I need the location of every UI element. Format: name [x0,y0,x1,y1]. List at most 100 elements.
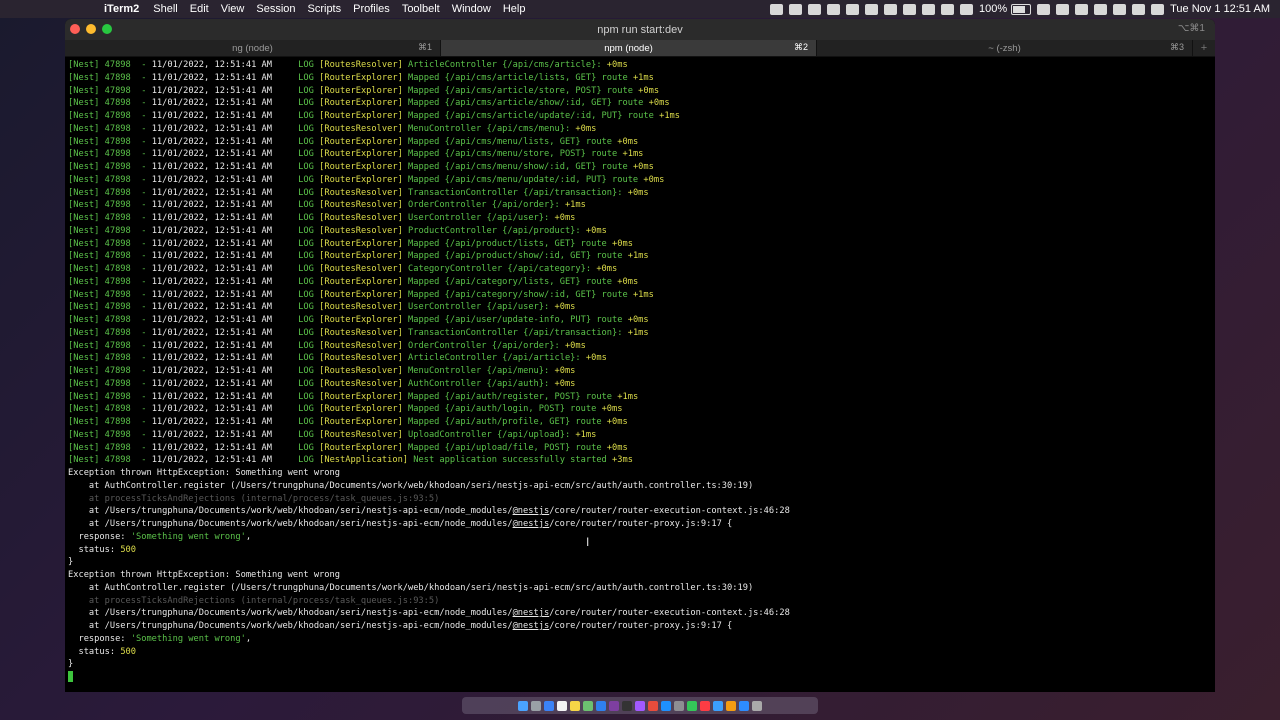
log-level: LOG [298,264,314,274]
log-level: LOG [298,442,314,453]
notes-icon[interactable] [570,700,580,711]
siri-icon[interactable] [1151,3,1165,15]
terminal-line: [Nest] 47898 - 11/01/2022, 12:51:41 AM L… [68,301,1215,314]
menu-app-name[interactable]: iTerm2 [104,3,139,15]
terminal-line: [Nest] 47898 - 11/01/2022, 12:51:41 AM L… [68,352,1215,365]
status-item-icon[interactable] [788,3,802,15]
log-message: Mapped {/api/upload/file, POST} route [408,442,602,453]
response-key: response: [68,531,131,542]
launchpad-icon[interactable] [531,700,541,711]
log-context: [RouterExplorer] [319,98,403,109]
menu-clock[interactable]: Tue Nov 1 12:51 AM [1170,3,1270,15]
status-item-icon[interactable] [864,3,878,15]
zoom-icon[interactable] [739,700,749,711]
terminal-line: [Nest] 47898 - 11/01/2022, 12:51:41 AM L… [68,263,1215,276]
status-item-icon[interactable] [940,3,954,15]
status-item-icon[interactable] [921,3,935,15]
control-center-icon[interactable] [1132,3,1146,15]
menu-profiles[interactable]: Profiles [353,3,390,15]
terminal-line: [Nest] 47898 - 11/01/2022, 12:51:41 AM L… [68,161,1215,174]
tab-npm-node[interactable]: npm (node) ⌘2 [441,40,817,56]
terminal-line: [Nest] 47898 - 11/01/2022, 12:51:41 AM L… [68,136,1215,149]
battery-percent[interactable]: 100% [979,3,1007,15]
zoom-window-button[interactable] [102,24,112,34]
menu-view[interactable]: View [221,3,245,15]
new-tab-button[interactable]: + [1193,40,1215,56]
user-icon[interactable] [1094,3,1108,15]
log-level: LOG [298,136,314,147]
log-prefix: [Nest] 47898 - [68,123,147,134]
log-context: [RoutesResolver] [319,225,403,236]
safari-icon[interactable] [544,700,554,711]
status-item-icon[interactable] [959,3,973,15]
log-prefix: [Nest] 47898 - [68,391,147,402]
trash-icon[interactable] [752,700,762,711]
menu-toolbelt[interactable]: Toolbelt [402,3,440,15]
log-duration: +0ms [554,213,576,223]
close-window-button[interactable] [70,24,80,34]
battery-icon[interactable] [1011,3,1032,15]
menu-session[interactable]: Session [256,3,295,15]
status-item-icon[interactable] [845,3,859,15]
status-item-icon[interactable] [902,3,916,15]
menu-window[interactable]: Window [452,3,491,15]
log-message: ProductController {/api/product}: [408,225,581,236]
bluetooth-icon[interactable] [1056,3,1070,15]
log-context: [RoutesResolver] [319,327,403,338]
menu-help[interactable]: Help [503,3,526,15]
photos-icon[interactable] [726,700,736,711]
vscode-icon[interactable] [596,700,606,711]
figma-icon[interactable] [635,700,645,711]
log-message: Mapped {/api/product/show/:id, GET} rout… [408,251,623,262]
menu-scripts[interactable]: Scripts [308,3,342,15]
finder-icon[interactable] [518,700,528,711]
status-item-icon[interactable] [807,3,821,15]
log-message: Mapped {/api/cms/article/update/:id, PUT… [408,111,654,121]
log-duration: +1ms [627,251,649,262]
terminal-icon[interactable] [622,700,632,711]
slack-icon[interactable] [609,700,619,711]
app-store-icon[interactable] [661,700,671,711]
log-message: Mapped {/api/auth/login, POST} route [408,404,597,415]
terminal-output[interactable]: [Nest] 47898 - 11/01/2022, 12:51:41 AM L… [68,59,1215,692]
status-item-icon[interactable] [883,3,897,15]
calendar-icon[interactable] [557,700,567,711]
mail-icon[interactable] [713,700,723,711]
log-context: [RouterExplorer] [319,111,403,121]
log-timestamp: 11/01/2022, 12:51:41 AM [151,391,273,402]
terminal-line: [Nest] 47898 - 11/01/2022, 12:51:41 AM L… [68,391,1215,404]
messages-icon[interactable] [687,700,697,711]
settings-icon[interactable] [674,700,684,711]
chrome-icon[interactable] [648,700,658,711]
log-message: OrderController {/api/order}: [408,340,560,351]
menu-edit[interactable]: Edit [190,3,209,15]
maps-icon[interactable] [583,700,593,711]
status-item-icon[interactable] [769,3,783,15]
log-prefix: [Nest] 47898 - [68,378,147,389]
log-timestamp: 11/01/2022, 12:51:41 AM [151,289,273,300]
log-duration: +3ms [612,455,633,466]
log-duration: +0ms [606,417,628,427]
log-prefix: [Nest] 47898 - [68,276,147,287]
search-icon[interactable] [1113,3,1127,15]
log-level: LOG [298,455,314,466]
music-icon[interactable] [700,700,710,711]
tab-zsh[interactable]: ~ (-zsh) ⌘3 [817,40,1193,56]
stack-frame: /core/router/router-execution-context.js… [549,506,790,517]
tab-ng-node[interactable]: ng (node) ⌘1 [65,40,441,56]
log-message: Mapped {/api/cms/menu/store, POST} route [408,149,618,160]
menu-shell[interactable]: Shell [153,3,177,15]
log-message: TransactionController {/api/transaction}… [408,187,623,198]
response-value: 'Something went wrong' [130,531,246,542]
minimize-window-button[interactable] [86,24,96,34]
log-context: [RoutesResolver] [319,340,403,351]
log-context: [RoutesResolver] [319,378,403,389]
window-titlebar[interactable]: npm run start:dev ⌥⌘1 [65,19,1215,40]
log-prefix: [Nest] 47898 - [68,72,147,83]
volume-icon[interactable] [1037,3,1051,15]
wifi-icon[interactable] [1075,3,1089,15]
status-item-icon[interactable] [826,3,840,15]
log-timestamp: 11/01/2022, 12:51:41 AM [151,225,273,236]
iterm-window: npm run start:dev ⌥⌘1 ng (node) ⌘1 npm (… [65,19,1215,692]
log-prefix: [Nest] 47898 - [68,187,147,198]
